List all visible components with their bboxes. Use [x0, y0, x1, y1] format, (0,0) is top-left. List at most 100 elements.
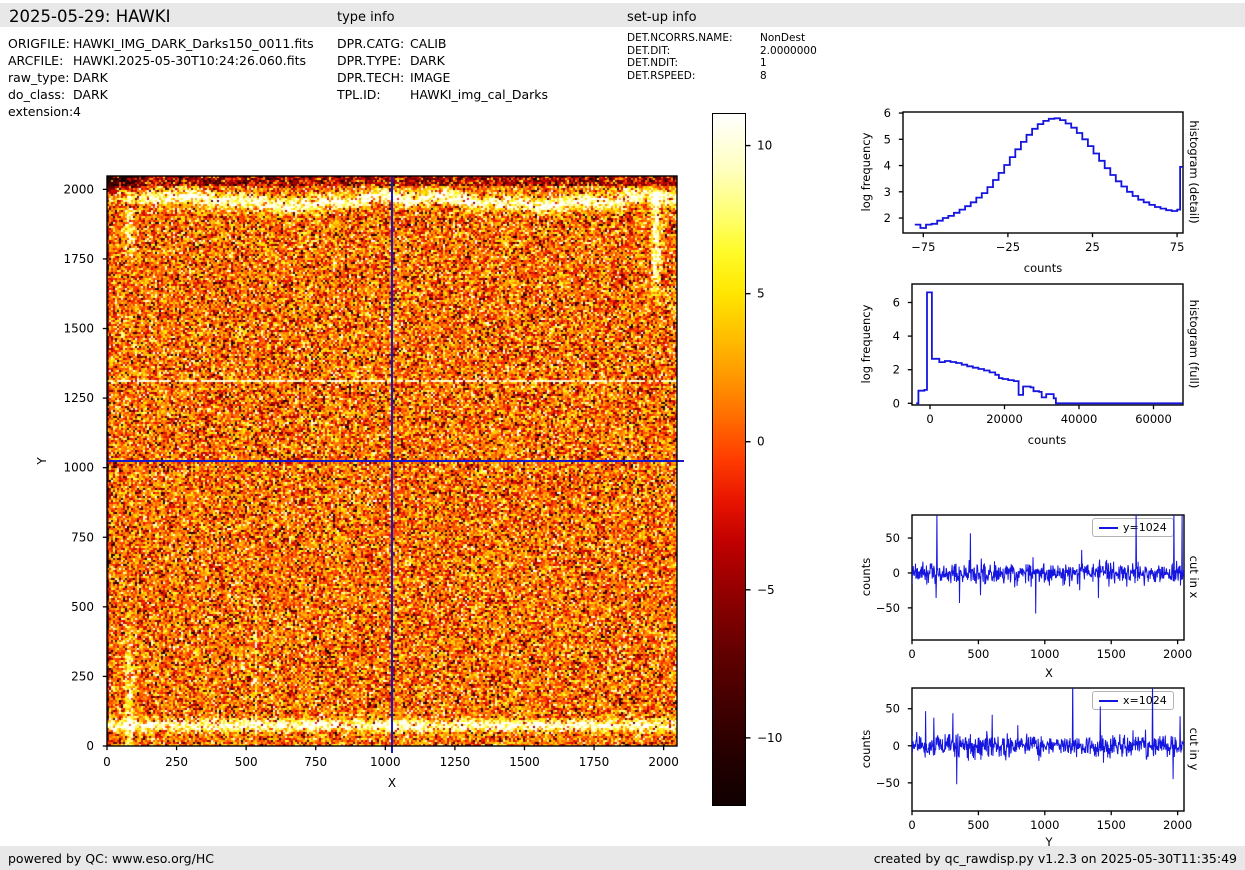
svg-text:750: 750 [71, 530, 94, 544]
svg-text:50: 50 [885, 531, 900, 545]
qc-report-page: 2025-05-29: HAWKI type info set-up info … [0, 0, 1245, 870]
hist-full-yaxis-label: log frequency [859, 304, 873, 384]
colorbar [712, 113, 746, 806]
svg-text:1750: 1750 [579, 755, 610, 769]
svg-text:1000: 1000 [370, 755, 401, 769]
svg-text:0: 0 [86, 739, 94, 753]
info-row: extension:4 [8, 103, 314, 120]
svg-text:6: 6 [893, 295, 900, 309]
legend-line-sample [1099, 526, 1118, 529]
info-value: 4 [73, 104, 81, 119]
svg-text:2000: 2000 [63, 182, 94, 196]
info-label: DPR.TYPE: [337, 53, 402, 68]
svg-text:−25: −25 [996, 240, 1020, 254]
crosshair-horizontal-y1024 [107, 460, 684, 462]
type-info-block: DPR.CATG: CALIB DPR.TYPE: DARK DPR.TECH: IMAG… [337, 35, 548, 103]
hist-full-right-label: histogram (full) [1187, 299, 1201, 389]
main-xaxis-label: X [387, 776, 397, 790]
svg-text:500: 500 [967, 647, 989, 661]
svg-text:0: 0 [926, 412, 933, 426]
info-value: HAWKI_img_cal_Darks [410, 87, 549, 102]
svg-text:1000: 1000 [1030, 647, 1059, 661]
svg-text:−10: −10 [757, 731, 782, 745]
info-label: DPR.CATG: [337, 36, 405, 51]
info-row: DET.NDIT: 1 [627, 57, 817, 70]
svg-text:10: 10 [757, 139, 772, 153]
hist-full-xaxis-label: counts [1027, 433, 1067, 447]
header-band [0, 3, 1245, 27]
svg-text:5: 5 [884, 132, 891, 146]
main-yaxis-label: Y [35, 457, 49, 465]
info-row: DET.DIT: 2.0000000 [627, 45, 817, 58]
svg-text:1500: 1500 [509, 755, 540, 769]
svg-text:0: 0 [103, 755, 111, 769]
svg-text:75: 75 [1170, 240, 1185, 254]
svg-text:−5: −5 [757, 583, 775, 597]
svg-text:1500: 1500 [1097, 647, 1126, 661]
svg-text:500: 500 [967, 818, 989, 832]
info-label: ARCFILE: [8, 53, 64, 68]
svg-text:2000: 2000 [1163, 818, 1192, 832]
type-info-title: type info [337, 10, 395, 25]
svg-text:5: 5 [757, 287, 765, 301]
cut-y-yaxis-label: counts [859, 729, 873, 769]
hist-detail-xaxis-label: counts [1023, 261, 1063, 275]
info-value: IMAGE [410, 70, 451, 85]
info-row: ORIGFILE: HAWKI_IMG_DARK_Darks150_0011.fi… [8, 35, 314, 52]
cut-x-legend: y=1024 [1092, 518, 1174, 537]
info-value: DARK [73, 87, 108, 102]
legend-line-sample [1099, 699, 1118, 702]
info-value: 8 [760, 69, 767, 82]
hist-detail-yaxis-label: log frequency [859, 132, 873, 212]
hist-detail-right-label: histogram (detail) [1187, 120, 1201, 224]
svg-text:0: 0 [908, 647, 915, 661]
svg-text:6: 6 [884, 106, 891, 120]
svg-text:3: 3 [884, 185, 891, 199]
cut-y-right-label: cut in y [1187, 727, 1201, 771]
svg-text:1500: 1500 [1097, 818, 1126, 832]
cut-y-legend: x=1024 [1092, 691, 1174, 710]
info-label: extension: [8, 104, 74, 119]
info-value: DARK [73, 70, 108, 85]
svg-text:250: 250 [71, 669, 94, 683]
svg-text:−50: −50 [876, 601, 900, 615]
footer-left-text: powered by QC: www.eso.org/HC [8, 851, 214, 866]
info-label: DET.DIT: [627, 44, 671, 57]
svg-text:0: 0 [908, 818, 915, 832]
info-label: do_class: [8, 87, 66, 102]
info-row: DET.RSPEED: 8 [627, 70, 817, 83]
info-label: DET.RSPEED: [627, 69, 696, 82]
file-info-block: ORIGFILE: HAWKI_IMG_DARK_Darks150_0011.fi… [8, 35, 314, 120]
svg-text:1000: 1000 [1030, 818, 1059, 832]
svg-text:1250: 1250 [63, 391, 94, 405]
crosshair-vertical-x1024 [391, 176, 393, 753]
info-value: 2.0000000 [760, 44, 817, 57]
svg-text:500: 500 [71, 600, 94, 614]
info-value: DARK [410, 53, 445, 68]
info-label: ORIGFILE: [8, 36, 70, 51]
info-row: DPR.TYPE: DARK [337, 52, 548, 69]
svg-text:2: 2 [893, 363, 900, 377]
svg-text:0: 0 [893, 739, 900, 753]
setup-info-block: DET.NCORRS.NAME: NonDest DET.DIT: 2.0000000… [627, 32, 817, 82]
cut-x-legend-label: y=1024 [1123, 521, 1167, 534]
svg-text:4: 4 [893, 329, 900, 343]
svg-text:4: 4 [884, 159, 891, 173]
info-label: DET.NCORRS.NAME: [627, 32, 733, 44]
svg-text:2000: 2000 [648, 755, 679, 769]
info-value: HAWKI.2025-05-30T10:24:26.060.fits [73, 53, 306, 68]
svg-text:−75: −75 [911, 240, 935, 254]
svg-text:0: 0 [893, 396, 900, 410]
cut-x-xaxis-label: X [1045, 666, 1053, 680]
info-value: HAWKI_IMG_DARK_Darks150_0011.fits [73, 36, 314, 51]
svg-text:60000: 60000 [1135, 412, 1172, 426]
info-row: TPL.ID: HAWKI_img_cal_Darks [337, 86, 548, 103]
svg-text:0: 0 [757, 435, 765, 449]
footer-right-text: created by qc_rawdisp.py v1.2.3 on 2025-… [873, 851, 1237, 866]
info-row: DPR.TECH: IMAGE [337, 69, 548, 86]
svg-text:25: 25 [1085, 240, 1100, 254]
setup-info-title: set-up info [627, 10, 697, 25]
info-value: CALIB [410, 36, 447, 51]
cut-x-yaxis-label: counts [859, 557, 873, 597]
info-label: DPR.TECH: [337, 70, 405, 85]
